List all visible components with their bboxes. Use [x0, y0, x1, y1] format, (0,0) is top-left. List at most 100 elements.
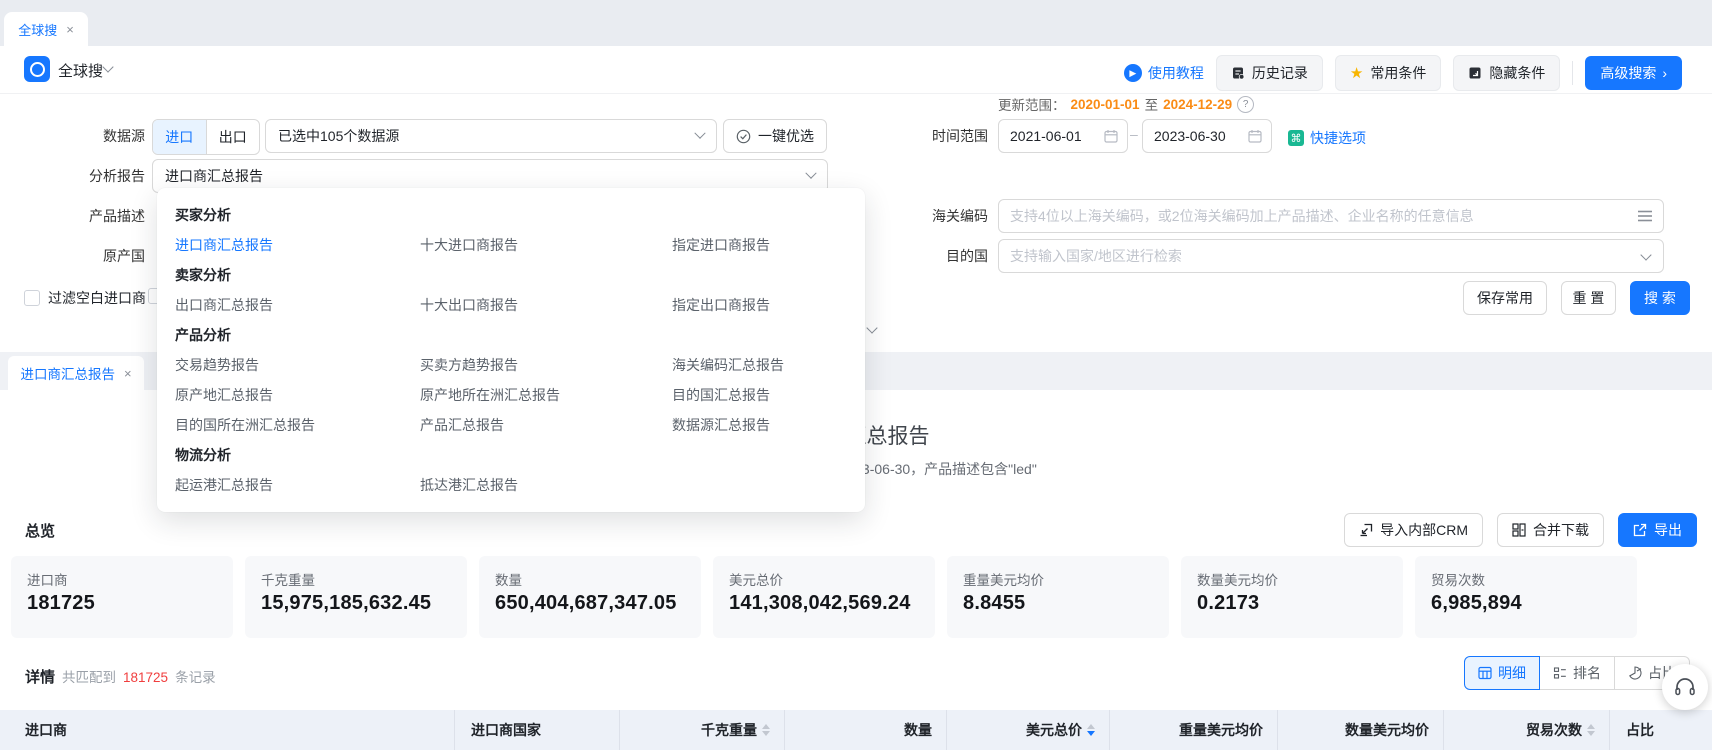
menu-item[interactable]: 进口商汇总报告 [175, 230, 420, 260]
header-actions: ▶ 使用教程 历史记录 ★ 常用条件 隐藏条件 高级搜索 › [1124, 56, 1682, 90]
column-importer: 进口商 [0, 710, 455, 750]
quick-options[interactable]: ⌘ 快捷选项 [1288, 128, 1366, 148]
import-icon [1359, 523, 1373, 537]
menu-group-title: 卖家分析 [175, 260, 857, 290]
menu-item[interactable]: 十大进口商报告 [420, 230, 672, 260]
menu-item[interactable]: 原产地汇总报告 [175, 380, 420, 410]
close-icon[interactable]: × [124, 367, 132, 380]
sort-icon[interactable] [1587, 724, 1595, 736]
hs-code-field[interactable] [998, 199, 1664, 233]
view-detail-button[interactable]: 明细 [1464, 656, 1540, 690]
checkbox-icon[interactable] [24, 290, 40, 306]
list-icon[interactable] [1638, 210, 1652, 222]
search-button[interactable]: 搜 索 [1630, 281, 1690, 315]
advanced-search-button[interactable]: 高级搜索 › [1585, 56, 1682, 90]
collapse-form-icon[interactable] [866, 322, 877, 333]
menu-item[interactable]: 目的国所在洲汇总报告 [175, 410, 420, 440]
help-icon[interactable]: ? [1237, 96, 1254, 113]
one-key-select-button[interactable]: 一键优选 [723, 119, 827, 153]
hide-conditions-icon [1468, 66, 1482, 80]
overview-cards: 进口商181725 千克重量15,975,185,632.45 数量650,40… [11, 556, 1637, 638]
column-importer-country: 进口商国家 [455, 710, 620, 750]
export-button[interactable]: 导出 [1618, 513, 1697, 547]
history-button[interactable]: 历史记录 [1216, 55, 1323, 91]
destination-input[interactable] [998, 239, 1664, 273]
destination-label: 目的国 [900, 239, 988, 273]
toggle-export[interactable]: 出口 [206, 120, 260, 154]
menu-item[interactable]: 指定出口商报告 [672, 290, 857, 320]
column-quantity: 数量 [785, 710, 947, 750]
column-usd-per-weight: 重量美元均价 [1110, 710, 1278, 750]
browser-tab-label: 全球搜 [18, 20, 57, 39]
overview-section-label: 总览 [25, 520, 55, 541]
merge-icon [1512, 523, 1526, 537]
toggle-import[interactable]: 进口 [153, 120, 206, 154]
menu-item[interactable]: 出口商汇总报告 [175, 290, 420, 320]
bar-chart-icon [1553, 666, 1567, 680]
favorite-conditions-button[interactable]: ★ 常用条件 [1335, 55, 1441, 91]
menu-group-title: 买家分析 [175, 200, 857, 230]
stat-card: 进口商181725 [11, 556, 233, 638]
hs-code-input[interactable] [998, 199, 1664, 233]
chevron-down-icon [694, 128, 705, 139]
origin-country-label: 原产国 [60, 239, 145, 273]
menu-item[interactable]: 目的国汇总报告 [672, 380, 857, 410]
merge-download-button[interactable]: 合并下载 [1497, 513, 1604, 547]
column-trade-count-sortable[interactable]: 贸易次数 [1444, 710, 1610, 750]
time-range-label: 时间范围 [900, 119, 988, 153]
hide-conditions-button[interactable]: 隐藏条件 [1453, 55, 1560, 91]
destination-field[interactable] [998, 239, 1664, 273]
import-crm-button[interactable]: 导入内部CRM [1344, 513, 1483, 547]
star-icon: ★ [1350, 66, 1363, 81]
update-from-date: 2020-01-01 [1071, 97, 1140, 112]
quick-options-icon: ⌘ [1288, 130, 1304, 146]
menu-item[interactable]: 十大出口商报告 [420, 290, 672, 320]
report-type-label: 分析报告 [60, 159, 145, 193]
app-title: 全球搜 [58, 60, 103, 81]
view-switcher: 明细 排名 占比 [1464, 656, 1690, 690]
stat-card: 重量美元均价8.8455 [947, 556, 1169, 638]
menu-item[interactable]: 交易趋势报告 [175, 350, 420, 380]
calendar-icon [1248, 129, 1262, 143]
tutorial-icon: ▶ [1124, 64, 1142, 82]
menu-item[interactable]: 原产地所在洲汇总报告 [420, 380, 672, 410]
date-from-field[interactable] [998, 119, 1128, 153]
sort-desc-icon[interactable] [1087, 724, 1095, 736]
menu-item[interactable]: 买卖方趋势报告 [420, 350, 672, 380]
customer-service-button[interactable] [1662, 664, 1708, 710]
date-to-field[interactable] [1142, 119, 1272, 153]
column-weight-sortable[interactable]: 千克重量 [620, 710, 785, 750]
update-to-date: 2024-12-29 [1163, 97, 1232, 112]
result-tab-importer-summary[interactable]: 进口商汇总报告 × [8, 356, 144, 390]
data-source-label: 数据源 [60, 119, 145, 153]
menu-item[interactable]: 产品汇总报告 [420, 410, 672, 440]
detail-section-header: 详情 共匹配到 181725 条记录 [25, 666, 216, 687]
column-usd-total-sortable[interactable]: 美元总价 [947, 710, 1110, 750]
menu-item[interactable]: 数据源汇总报告 [672, 410, 857, 440]
check-circle-icon [736, 129, 751, 144]
column-share: 占比 [1610, 710, 1712, 750]
sort-icon[interactable] [762, 724, 770, 736]
view-rank-button[interactable]: 排名 [1540, 656, 1615, 690]
save-favorite-button[interactable]: 保存常用 [1463, 281, 1547, 315]
stat-card: 贸易次数6,985,894 [1415, 556, 1637, 638]
menu-item[interactable]: 指定进口商报告 [672, 230, 857, 260]
menu-item[interactable]: 起运港汇总报告 [175, 470, 420, 500]
stat-card: 数量美元均价0.2173 [1181, 556, 1403, 638]
menu-group-title: 物流分析 [175, 440, 857, 470]
date-range-separator: – [1130, 126, 1138, 142]
datasource-select[interactable]: 已选中105个数据源 [265, 119, 717, 153]
filter-blank-importer[interactable]: 过滤空白进口商 [24, 288, 146, 308]
close-icon[interactable]: × [66, 23, 74, 36]
column-usd-per-quantity: 数量美元均价 [1278, 710, 1444, 750]
menu-item[interactable]: 抵达港汇总报告 [420, 470, 672, 500]
tutorial-link[interactable]: ▶ 使用教程 [1124, 63, 1204, 83]
app-window: 全球搜 × 全球搜 ▶ 使用教程 历史记录 ★ 常用条件 隐藏条件 高级搜索 ›… [0, 0, 1712, 750]
detail-section-label: 详情 [25, 666, 55, 687]
menu-item[interactable]: 海关编码汇总报告 [672, 350, 857, 380]
browser-tab-global-search[interactable]: 全球搜 × [4, 12, 88, 46]
hs-code-label: 海关编码 [900, 199, 988, 233]
reset-button[interactable]: 重 置 [1561, 281, 1616, 315]
result-table-header: 进口商 进口商国家 千克重量 数量 美元总价 重量美元均价 数量美元均价 贸易次… [0, 710, 1712, 750]
report-type-dropdown: 买家分析 进口商汇总报告 十大进口商报告 指定进口商报告 卖家分析 出口商汇总报… [157, 188, 865, 512]
